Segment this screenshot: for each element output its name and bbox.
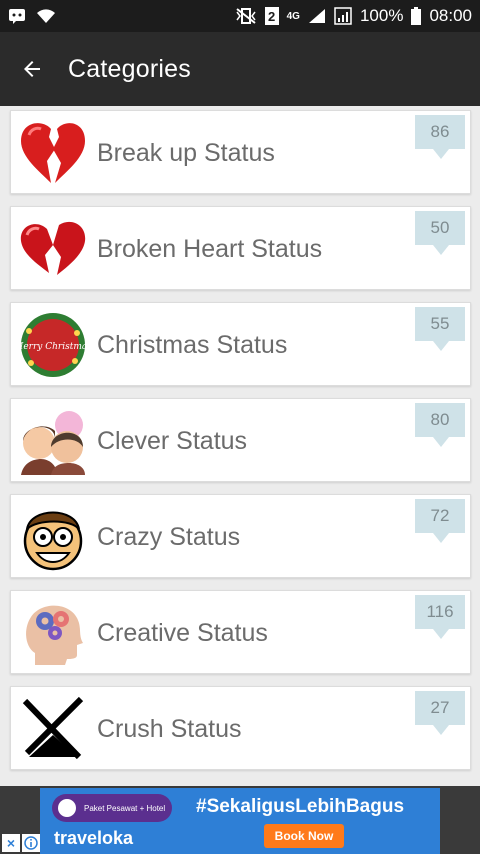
category-item-creative[interactable]: Creative Status 116 [10, 590, 471, 674]
clock: 08:00 [429, 6, 472, 25]
crush-icon [17, 695, 89, 763]
sim-number: 2 [268, 8, 276, 24]
ad-creative[interactable]: Paket Pesawat + Hotel #SekaligusLebihBag… [40, 788, 440, 854]
ad-book-now-button[interactable]: Book Now [264, 824, 344, 848]
category-label: Break up Status [97, 138, 275, 167]
ad-pill-text: Paket Pesawat + Hotel [84, 803, 166, 813]
ad-close-icon[interactable]: × [2, 834, 20, 852]
category-label: Christmas Status [97, 330, 288, 359]
category-item-clever[interactable]: Clever Status 80 [10, 398, 471, 482]
arrow-back-icon [24, 61, 40, 77]
vibrate-mute-icon [235, 8, 257, 24]
battery-icon [411, 7, 422, 25]
sim-2-icon: 2 [264, 7, 279, 25]
category-item-crush[interactable]: Crush Status 27 [10, 686, 471, 770]
christmas-icon-text: Merry Christmas [17, 342, 89, 352]
broken-heart-split-icon [17, 119, 89, 187]
crazy-face-icon [17, 503, 89, 571]
category-label: Broken Heart Status [97, 234, 323, 263]
category-label: Creative Status [97, 618, 268, 647]
category-item-christmas[interactable]: Merry Christmas Christmas Status 55 [10, 302, 471, 386]
count-badge: 55 [415, 307, 465, 351]
count-badge: 116 [415, 595, 465, 639]
category-label: Crazy Status [97, 522, 241, 551]
count-badge: 50 [415, 211, 465, 255]
broken-heart-icon [17, 215, 89, 283]
ad-brand: traveloka [54, 828, 134, 848]
ad-pill-icon [58, 799, 76, 817]
category-label: Crush Status [97, 714, 242, 743]
status-bar: 2 4G 100% 08:00 [0, 0, 480, 32]
category-list[interactable]: Break up Status 86 Broken Heart Status 5… [0, 106, 480, 786]
network-label: 4G [286, 10, 300, 22]
category-item-break-up[interactable]: Break up Status 86 [10, 110, 471, 194]
ad-info-icon[interactable] [22, 834, 40, 852]
ad-pill: Paket Pesawat + Hotel [52, 794, 172, 822]
app-bar: Categories [0, 32, 480, 106]
christmas-wreath-icon: Merry Christmas [17, 311, 89, 379]
category-item-broken-heart[interactable]: Broken Heart Status 50 [10, 206, 471, 290]
count-badge: 80 [415, 403, 465, 447]
battery-percent: 100% [359, 6, 404, 25]
signal-2-icon [334, 7, 352, 25]
count-badge: 27 [415, 691, 465, 735]
network-type: 4G [287, 11, 300, 22]
category-item-crazy[interactable]: Crazy Status 72 [10, 494, 471, 578]
bbm-icon [8, 8, 26, 24]
count-badge: 72 [415, 499, 465, 543]
page-title: Categories [68, 54, 191, 83]
back-button[interactable] [0, 32, 64, 106]
category-label: Clever Status [97, 426, 248, 455]
wifi-icon [36, 8, 56, 24]
signal-icon [308, 8, 326, 24]
couple-icon [17, 407, 89, 475]
count-badge: 86 [415, 115, 465, 159]
creative-head-icon [17, 599, 89, 667]
ad-banner[interactable]: × Paket Pesawat + Hotel #SekaligusLebihB… [0, 786, 480, 854]
ad-hashtag: #SekaligusLebihBagus [196, 796, 405, 817]
